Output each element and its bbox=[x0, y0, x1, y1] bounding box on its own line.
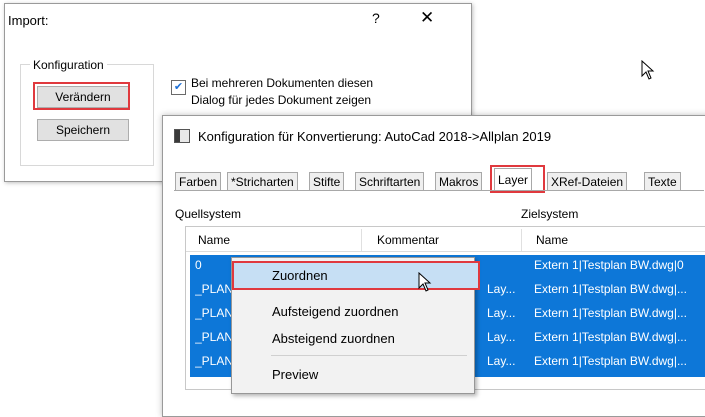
table-row-comment[interactable]: Lay... bbox=[487, 282, 515, 296]
tab-strip-divider bbox=[174, 190, 704, 191]
tab-layer-highlight bbox=[490, 165, 545, 193]
table-row-target[interactable]: Extern 1|Testplan BW.dwg|0 bbox=[534, 258, 705, 272]
tab-texte[interactable]: Texte bbox=[644, 172, 681, 191]
help-button[interactable]: ? bbox=[372, 10, 380, 26]
table-row-name[interactable]: _PLAN bbox=[195, 306, 233, 320]
menu-item-aufsteigend-zuordnen[interactable]: Aufsteigend zuordnen bbox=[272, 304, 398, 319]
konfiguration-dialog-title: Konfiguration für Konvertierung: AutoCad… bbox=[198, 129, 552, 144]
menu-item-zuordnen[interactable]: Zuordnen bbox=[272, 268, 328, 283]
table-row-target[interactable]: Extern 1|Testplan BW.dwg|... bbox=[534, 306, 705, 320]
menu-item-preview[interactable]: Preview bbox=[272, 367, 318, 382]
menu-separator bbox=[271, 355, 467, 356]
tab-stifte[interactable]: Stifte bbox=[309, 172, 345, 191]
column-header-target-name[interactable]: Name bbox=[522, 229, 705, 251]
import-dialog-title: Import: bbox=[8, 13, 49, 28]
context-menu-item-highlight bbox=[232, 261, 480, 290]
table-row-comment[interactable]: Lay... bbox=[487, 354, 515, 368]
table-row-comment[interactable]: Lay... bbox=[487, 330, 515, 344]
konfiguration-group-label: Konfiguration bbox=[30, 58, 107, 72]
mouse-cursor-icon bbox=[418, 272, 432, 292]
mouse-cursor-icon bbox=[641, 60, 655, 80]
source-system-label: Quellsystem bbox=[175, 207, 242, 221]
per-document-checkbox-label: Bei mehreren Dokumenten diesen Dialog fü… bbox=[191, 76, 374, 107]
table-row-comment[interactable]: Lay... bbox=[487, 306, 515, 320]
save-button[interactable]: Speichern bbox=[37, 119, 129, 141]
table-row-name[interactable]: _PLAN bbox=[195, 282, 233, 296]
tab-farben[interactable]: Farben bbox=[175, 172, 222, 191]
menu-item-absteigend-zuordnen[interactable]: Absteigend zuordnen bbox=[272, 331, 395, 346]
table-row-target[interactable]: Extern 1|Testplan BW.dwg|... bbox=[534, 354, 705, 368]
tab-schriftarten[interactable]: Schriftarten bbox=[355, 172, 425, 191]
window-icon bbox=[174, 129, 190, 143]
column-header-name[interactable]: Name bbox=[186, 229, 362, 251]
table-row-target[interactable]: Extern 1|Testplan BW.dwg|... bbox=[534, 330, 705, 344]
column-header-comment[interactable]: Kommentar bbox=[362, 229, 522, 251]
tab-xref-dateien[interactable]: XRef-Dateien bbox=[547, 172, 628, 191]
close-icon[interactable]: ✕ bbox=[420, 8, 434, 28]
table-header-divider bbox=[186, 251, 705, 252]
tab-makros[interactable]: Makros bbox=[435, 172, 483, 191]
target-system-label: Zielsystem bbox=[521, 207, 579, 221]
change-button-highlight bbox=[33, 82, 130, 110]
table-row-name[interactable]: _PLAN bbox=[195, 330, 233, 344]
table-row-name[interactable]: 0 bbox=[195, 258, 202, 272]
tab-stricharten[interactable]: *Stricharten bbox=[227, 172, 298, 191]
table-row-target[interactable]: Extern 1|Testplan BW.dwg|... bbox=[534, 282, 705, 296]
konfiguration-group bbox=[20, 64, 154, 166]
table-row-name[interactable]: _PLAN bbox=[195, 354, 233, 368]
per-document-checkbox[interactable]: ✔ bbox=[171, 80, 186, 95]
